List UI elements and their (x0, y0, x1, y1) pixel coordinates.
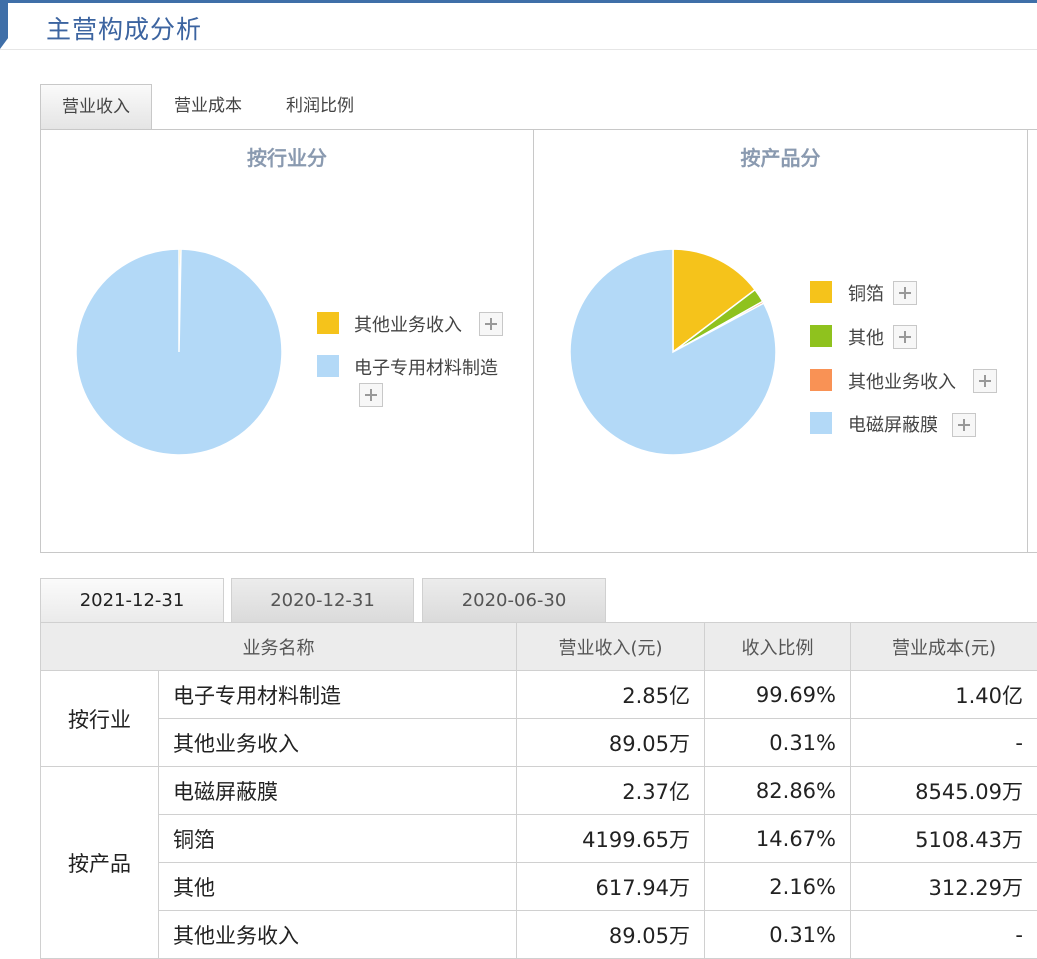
row-ratio: 0.31% (705, 911, 851, 959)
table-row: 其他业务收入 89.05万 0.31% - (41, 911, 1037, 959)
expand-plus-icon[interactable] (479, 312, 503, 336)
row-revenue: 2.85亿 (517, 671, 705, 719)
row-ratio: 14.67% (705, 815, 851, 863)
table-row: 其他 617.94万 2.16% 312.29万 (41, 863, 1037, 911)
expand-plus-icon[interactable] (893, 325, 917, 349)
industry-chart-panel: 按行业分 其他业务收入 电子专用材料制造 (41, 130, 533, 552)
header-corner-inner (8, 3, 38, 43)
group-label-industry: 按行业 (41, 671, 159, 767)
composition-table: 业务名称 营业收入(元) 收入比例 营业成本(元) 按行业 电子专用材料制造 2… (40, 622, 1037, 959)
row-revenue: 2.37亿 (517, 767, 705, 815)
legend-label: 铜箔 (848, 280, 884, 306)
product-chart-panel: 按产品分 铜箔 其他 其他业务收入 电磁屏蔽膜 (534, 130, 1027, 552)
header-revenue: 营业收入(元) (517, 623, 705, 671)
tab-revenue[interactable]: 营业收入 (40, 84, 152, 130)
legend-swatch-yellow (317, 312, 339, 334)
date-tab-2021-12-31[interactable]: 2021-12-31 (40, 578, 224, 623)
row-ratio: 0.31% (705, 719, 851, 767)
tab-cost[interactable]: 营业成本 (156, 84, 260, 129)
row-cost: 312.29万 (851, 863, 1037, 911)
table-row: 按产品 电磁屏蔽膜 2.37亿 82.86% 8545.09万 (41, 767, 1037, 815)
row-name: 电子专用材料制造 (159, 671, 517, 719)
header-business-name: 业务名称 (41, 623, 517, 671)
row-name: 其他业务收入 (159, 911, 517, 959)
legend-label: 电磁屏蔽膜 (848, 411, 938, 437)
industry-pie-chart (69, 242, 289, 462)
tab-profit-ratio[interactable]: 利润比例 (268, 84, 372, 129)
row-name: 其他 (159, 863, 517, 911)
table-row: 按行业 电子专用材料制造 2.85亿 99.69% 1.40亿 (41, 671, 1037, 719)
row-ratio: 2.16% (705, 863, 851, 911)
legend-item-copper-foil[interactable]: 铜箔 (810, 280, 1010, 306)
row-ratio: 99.69% (705, 671, 851, 719)
row-revenue: 4199.65万 (517, 815, 705, 863)
table-row: 其他业务收入 89.05万 0.31% - (41, 719, 1037, 767)
table-header-row: 业务名称 营业收入(元) 收入比例 营业成本(元) (41, 623, 1037, 671)
row-revenue: 89.05万 (517, 719, 705, 767)
page-title: 主营构成分析 (46, 10, 202, 46)
legend-item-other-business[interactable]: 其他业务收入 (317, 311, 517, 337)
expand-plus-icon[interactable] (973, 369, 997, 393)
expand-plus-icon[interactable] (952, 413, 976, 437)
row-cost: 5108.43万 (851, 815, 1037, 863)
legend-swatch-yellow (810, 281, 832, 303)
product-pie-chart (563, 242, 783, 462)
legend-label: 电子专用材料制造 (354, 354, 498, 380)
legend-swatch-orange (810, 369, 832, 391)
chart-panels: 按行业分 其他业务收入 电子专用材料制造 按产品分 铜箔 其他 其他业 (40, 130, 1037, 553)
date-tab-2020-06-30[interactable]: 2020-06-30 (422, 578, 606, 623)
row-cost: 8545.09万 (851, 767, 1037, 815)
row-name: 铜箔 (159, 815, 517, 863)
legend-label: 其他业务收入 (354, 311, 462, 337)
legend-item-other-business[interactable]: 其他业务收入 (810, 368, 1010, 394)
legend-swatch-green (810, 325, 832, 347)
industry-chart-title: 按行业分 (41, 142, 533, 171)
legend-item-shielding-film[interactable]: 电磁屏蔽膜 (810, 411, 1010, 437)
row-name: 电磁屏蔽膜 (159, 767, 517, 815)
expand-plus-icon[interactable] (359, 383, 383, 407)
row-cost: - (851, 911, 1037, 959)
row-ratio: 82.86% (705, 767, 851, 815)
header-cost: 营业成本(元) (851, 623, 1037, 671)
product-chart-title: 按产品分 (534, 142, 1027, 171)
expand-plus-icon[interactable] (893, 281, 917, 305)
date-tab-2020-12-31[interactable]: 2020-12-31 (231, 578, 414, 623)
legend-swatch-blue (810, 412, 832, 434)
legend-label: 其他业务收入 (848, 368, 956, 394)
row-cost: - (851, 719, 1037, 767)
legend-item-electronic-materials[interactable]: 电子专用材料制造 (317, 354, 517, 380)
group-label-product: 按产品 (41, 767, 159, 959)
legend-label: 其他 (848, 324, 884, 350)
legend-item-other[interactable]: 其他 (810, 324, 1010, 350)
header-ratio: 收入比例 (705, 623, 851, 671)
row-cost: 1.40亿 (851, 671, 1037, 719)
row-revenue: 617.94万 (517, 863, 705, 911)
row-name: 其他业务收入 (159, 719, 517, 767)
panel-divider (1027, 130, 1028, 552)
row-revenue: 89.05万 (517, 911, 705, 959)
pie-slice-电子专用材料制造[interactable] (76, 249, 282, 455)
legend-swatch-blue (317, 355, 339, 377)
table-row: 铜箔 4199.65万 14.67% 5108.43万 (41, 815, 1037, 863)
